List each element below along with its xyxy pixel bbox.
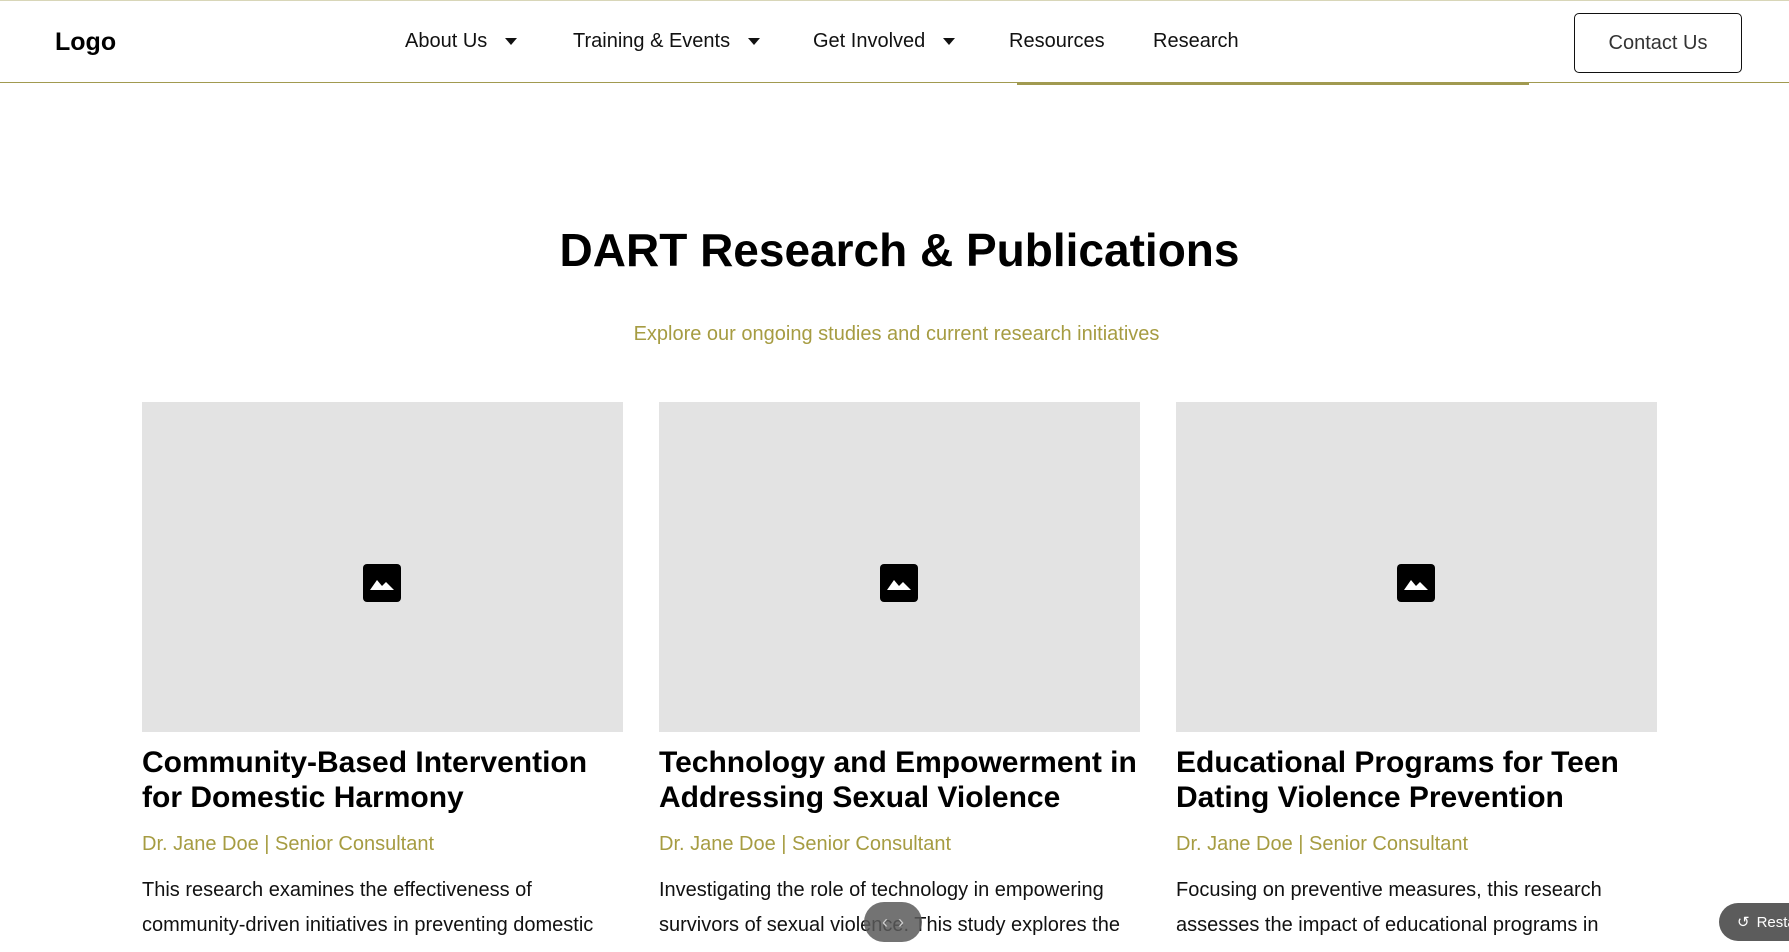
caret-down-icon xyxy=(748,38,761,45)
nav-training-events-label: Training & Events xyxy=(573,30,731,52)
card-author: Dr. Jane Doe | Senior Consultant xyxy=(659,833,952,855)
card-image-placeholder xyxy=(1176,402,1657,732)
card-image-placeholder xyxy=(142,402,623,732)
card-excerpt: This research examines the effectiveness… xyxy=(142,879,594,936)
nav-about-us-label: About Us xyxy=(405,30,488,52)
research-card[interactable]: Community-Based Intervention for Domesti… xyxy=(142,402,623,943)
section-subtitle: Explore our ongoing studies and current … xyxy=(633,323,1160,345)
carousel-drag-handle[interactable]: ‹ › xyxy=(864,902,922,942)
chevron-left-icon[interactable]: ‹ xyxy=(882,912,888,933)
nav-get-involved-label: Get Involved xyxy=(813,30,926,52)
caret-down-icon xyxy=(943,38,956,45)
chevron-right-icon[interactable]: › xyxy=(898,912,904,933)
undo-icon: ↺ xyxy=(1737,914,1750,931)
card-title[interactable]: Community-Based Intervention for Domesti… xyxy=(142,745,623,815)
research-card[interactable]: Technology and Empowerment in Addressing… xyxy=(659,402,1140,943)
section-title: DART Research & Publications xyxy=(559,224,1240,276)
nav-resources-label: Resources xyxy=(1009,30,1105,52)
restore-label: Resta xyxy=(1756,913,1789,931)
image-icon xyxy=(363,564,401,602)
site-header: Logo About Us Training & Events Get Invo… xyxy=(0,1,1789,83)
image-icon xyxy=(1397,564,1435,602)
logo[interactable]: Logo xyxy=(55,28,116,57)
caret-down-icon xyxy=(505,38,518,45)
nav-research-label: Research xyxy=(1153,30,1239,52)
card-author: Dr. Jane Doe | Senior Consultant xyxy=(142,833,435,855)
nav-get-involved[interactable]: Get Involved xyxy=(813,30,956,53)
card-title[interactable]: Technology and Empowerment in Addressing… xyxy=(659,745,1140,815)
nav-resources[interactable]: Resources xyxy=(1009,30,1105,53)
active-nav-indicator xyxy=(1017,83,1529,85)
nav-research[interactable]: Research xyxy=(1153,30,1239,53)
card-excerpt: Focusing on preventive measures, this re… xyxy=(1176,879,1602,936)
card-image-placeholder xyxy=(659,402,1140,732)
nav-training-events[interactable]: Training & Events xyxy=(573,30,761,53)
nav-about-us[interactable]: About Us xyxy=(405,30,518,53)
restore-button[interactable]: ↺ Resta xyxy=(1719,903,1789,941)
card-title[interactable]: Educational Programs for Teen Dating Vio… xyxy=(1176,745,1657,815)
image-icon xyxy=(880,564,918,602)
research-card[interactable]: Educational Programs for Teen Dating Vio… xyxy=(1176,402,1657,943)
card-author: Dr. Jane Doe | Senior Consultant xyxy=(1176,833,1469,855)
contact-us-button[interactable]: Contact Us xyxy=(1574,13,1742,73)
